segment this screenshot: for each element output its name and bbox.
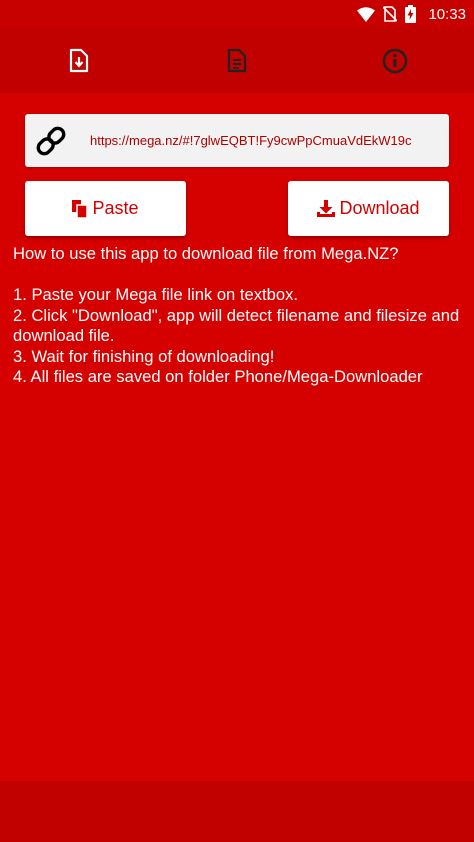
link-icon [34, 124, 68, 158]
instruction-step: 2. Click "Download", app will detect fil… [13, 305, 460, 346]
bottom-bar [0, 781, 474, 842]
document-icon [227, 48, 247, 73]
download-button[interactable]: Download [288, 181, 449, 236]
paste-label: Paste [92, 198, 139, 218]
instruction-step: 3. Wait for finishing of downloading! [13, 346, 275, 366]
instruction-step: 4. All files are saved on folder Phone/M… [13, 367, 423, 386]
clipboard-icon [72, 199, 89, 218]
info-tab[interactable] [316, 28, 474, 93]
instructions-heading: How to use this app to download file fro… [13, 244, 399, 263]
download-label: Download [339, 198, 420, 218]
no-sim-icon [383, 6, 398, 22]
document-tab[interactable] [158, 28, 316, 93]
battery-charging-icon [405, 5, 417, 23]
file-download-icon [69, 48, 89, 73]
download-icon [317, 199, 336, 218]
download-file-tab[interactable] [0, 28, 158, 93]
instruction-step: 1. Paste your Mega file link on textbox. [13, 285, 299, 304]
info-icon [382, 48, 408, 74]
status-time: 10:33 [428, 5, 466, 23]
paste-button[interactable]: Paste [25, 181, 186, 236]
status-bar: 10:33 [0, 0, 474, 28]
instructions-text: How to use this app to download file fro… [13, 244, 465, 388]
url-input[interactable] [90, 133, 430, 148]
wifi-icon [357, 6, 376, 22]
url-field-container [25, 114, 449, 167]
top-tab-bar [0, 28, 474, 93]
